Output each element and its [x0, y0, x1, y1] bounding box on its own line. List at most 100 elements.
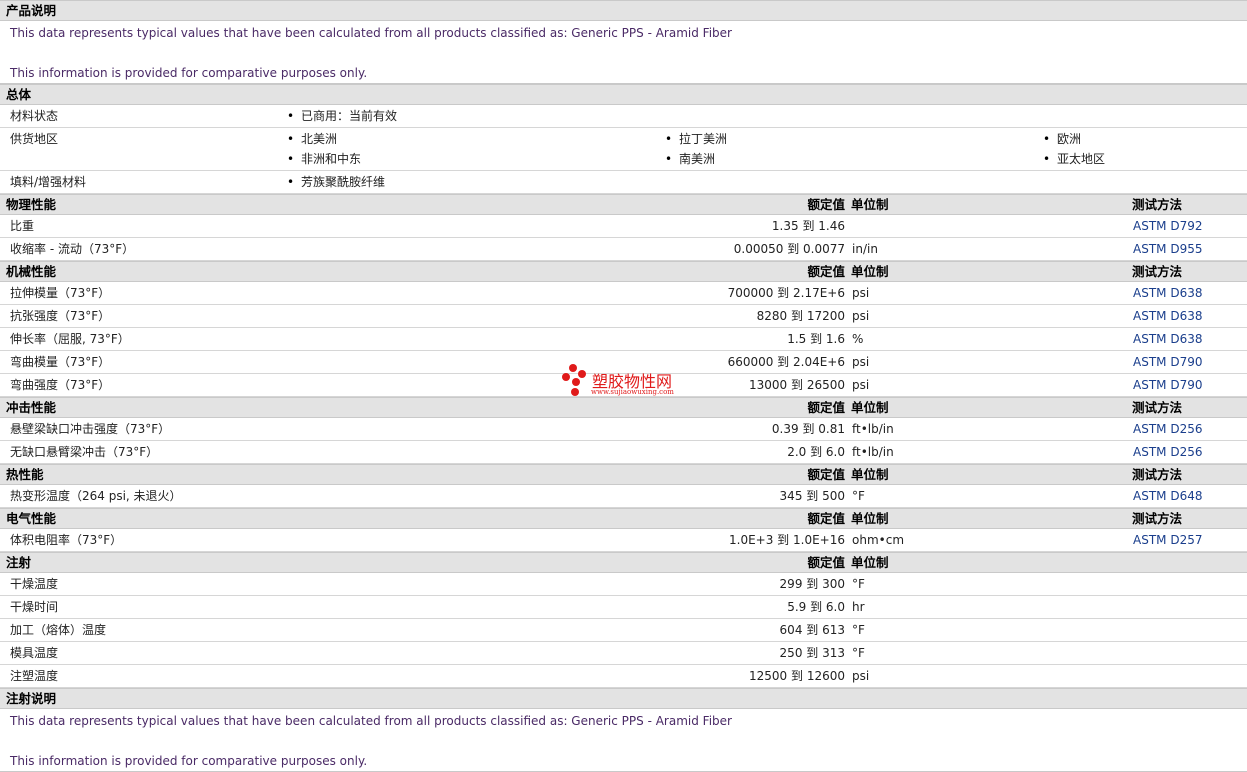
section-header-general: 总体	[0, 84, 1247, 105]
bullet-item: 亚太地区	[1043, 149, 1105, 169]
property-value: 8280 到 17200	[756, 309, 845, 323]
table-row: 热变形温度（264 psi, 未退火） 345 到 500 °F ASTM D648	[0, 485, 1247, 508]
section-title: 注射说明	[6, 691, 57, 706]
column-header-unit: 单位制	[851, 467, 889, 482]
bullet-item: 拉丁美洲	[665, 129, 727, 149]
section-title: 电气性能	[6, 511, 57, 526]
section-title: 机械性能	[6, 264, 57, 279]
test-method: ASTM D257	[1133, 533, 1203, 547]
property-unit: °F	[852, 489, 865, 503]
column-header-unit: 单位制	[851, 511, 889, 526]
property-unit: °F	[852, 623, 865, 637]
table-row: 悬壁梁缺口冲击强度（73°F） 0.39 到 0.81 ft•lb/in ASTM D…	[0, 418, 1247, 441]
column-header-method: 测试方法	[1132, 511, 1183, 526]
column-header-value: 额定值	[807, 400, 845, 415]
column-header-value: 额定值	[807, 197, 845, 212]
section-title: 总体	[6, 87, 32, 102]
row-label: 填料/增强材料	[10, 175, 87, 189]
property-unit: ft•lb/in	[852, 422, 894, 436]
injection-note-line-1: This data represents typical values that…	[10, 714, 732, 728]
section-header-injection: 注射 额定值 单位制	[0, 552, 1247, 573]
property-name: 加工（熔体）温度	[10, 623, 107, 637]
property-tables: 物理性能 额定值 单位制 测试方法 比重 1.35 到 1.46 ASTM D792 收缩率 …	[0, 194, 1247, 688]
section-title: 产品说明	[6, 3, 57, 18]
property-name: 伸长率（屈服, 73°F）	[10, 332, 130, 346]
property-name: 无缺口悬臂梁冲击（73°F）	[10, 445, 159, 459]
property-name: 收缩率 - 流动（73°F）	[10, 242, 135, 256]
bullet-item: 南美洲	[665, 149, 715, 169]
property-unit: hr	[852, 600, 865, 614]
table-row: 体积电阻率（73°F） 1.0E+3 到 1.0E+16 ohm•cm ASTM D2…	[0, 529, 1247, 552]
column-header-unit: 单位制	[851, 400, 889, 415]
table-row: 干燥时间 5.9 到 6.0 hr	[0, 596, 1247, 619]
table-row: 比重 1.35 到 1.46 ASTM D792	[0, 215, 1247, 238]
test-method: ASTM D638	[1133, 309, 1203, 323]
watermark-logo: 塑胶物性网 www.sujiaowuxing.com	[560, 364, 700, 400]
injection-note: This data represents typical values that…	[0, 709, 1247, 772]
column-header-value: 额定值	[807, 264, 845, 279]
table-row: 拉伸模量（73°F） 700000 到 2.17E+6 psi ASTM D638	[0, 282, 1247, 305]
section-title: 物理性能	[6, 197, 57, 212]
column-header-unit: 单位制	[851, 555, 889, 570]
table-row: 模具温度 250 到 313 °F	[0, 642, 1247, 665]
property-unit: ft•lb/in	[852, 445, 894, 459]
column-header-method: 测试方法	[1132, 264, 1183, 279]
property-value: 700000 到 2.17E+6	[727, 286, 845, 300]
description-line-1: This data represents typical values that…	[10, 26, 732, 40]
property-name: 弯曲强度（73°F）	[10, 378, 111, 392]
property-name: 拉伸模量（73°F）	[10, 286, 111, 300]
property-value: 5.9 到 6.0	[787, 600, 845, 614]
table-row: 无缺口悬臂梁冲击（73°F） 2.0 到 6.0 ft•lb/in ASTM D256	[0, 441, 1247, 464]
section-header-thermal: 热性能 额定值 单位制 测试方法	[0, 464, 1247, 485]
property-value: 0.00050 到 0.0077	[733, 242, 845, 256]
test-method: ASTM D638	[1133, 332, 1203, 346]
property-unit: ohm•cm	[852, 533, 905, 547]
watermark-url: www.sujiaowuxing.com	[591, 388, 674, 396]
property-name: 比重	[10, 219, 35, 233]
property-unit: psi	[852, 309, 870, 323]
column-header-method: 测试方法	[1132, 197, 1183, 212]
section-header-electrical: 电气性能 额定值 单位制 测试方法	[0, 508, 1247, 529]
section-header-description: 产品说明	[0, 0, 1247, 21]
table-row: 抗张强度（73°F） 8280 到 17200 psi ASTM D638	[0, 305, 1247, 328]
test-method: ASTM D638	[1133, 286, 1203, 300]
property-value: 1.0E+3 到 1.0E+16	[729, 533, 845, 547]
test-method: ASTM D955	[1133, 242, 1203, 256]
table-row: 注塑温度 12500 到 12600 psi	[0, 665, 1247, 688]
test-method: ASTM D256	[1133, 445, 1203, 459]
property-value: 604 到 613	[779, 623, 845, 637]
row-material-status: 材料状态 已商用：当前有效	[0, 105, 1247, 128]
test-method: ASTM D256	[1133, 422, 1203, 436]
section-header-physical: 物理性能 额定值 单位制 测试方法	[0, 194, 1247, 215]
column-header-value: 额定值	[807, 555, 845, 570]
test-method: ASTM D790	[1133, 378, 1203, 392]
table-row: 加工（熔体）温度 604 到 613 °F	[0, 619, 1247, 642]
section-title: 冲击性能	[6, 400, 57, 415]
property-name: 抗张强度（73°F）	[10, 309, 111, 323]
column-header-value: 额定值	[807, 467, 845, 482]
property-value: 13000 到 26500	[749, 378, 845, 392]
property-name: 悬壁梁缺口冲击强度（73°F）	[10, 422, 171, 436]
test-method: ASTM D790	[1133, 355, 1203, 369]
property-unit: °F	[852, 577, 865, 591]
property-unit: in/in	[852, 242, 878, 256]
row-regions: 供货地区 北美洲 拉丁美洲 欧洲 非洲和中东 南美洲 亚太地区	[0, 128, 1247, 171]
description-line-2: This information is provided for compara…	[10, 66, 368, 80]
property-value: 299 到 300	[779, 577, 845, 591]
bullet-item: 非洲和中东	[287, 149, 361, 169]
property-name: 注塑温度	[10, 669, 59, 683]
property-name: 干燥时间	[10, 600, 59, 614]
section-header-mechanical: 机械性能 额定值 单位制 测试方法	[0, 261, 1247, 282]
property-value: 2.0 到 6.0	[787, 445, 845, 459]
column-header-unit: 单位制	[851, 264, 889, 279]
property-name: 模具温度	[10, 646, 59, 660]
bullet-item: 北美洲	[287, 129, 337, 149]
property-name: 体积电阻率（73°F）	[10, 533, 123, 547]
property-unit: psi	[852, 378, 870, 392]
section-title: 热性能	[6, 467, 44, 482]
row-filler: 填料/增强材料 芳族聚酰胺纤维	[0, 171, 1247, 194]
property-name: 干燥温度	[10, 577, 59, 591]
property-unit: psi	[852, 355, 870, 369]
property-unit: psi	[852, 669, 870, 683]
column-header-value: 额定值	[807, 511, 845, 526]
